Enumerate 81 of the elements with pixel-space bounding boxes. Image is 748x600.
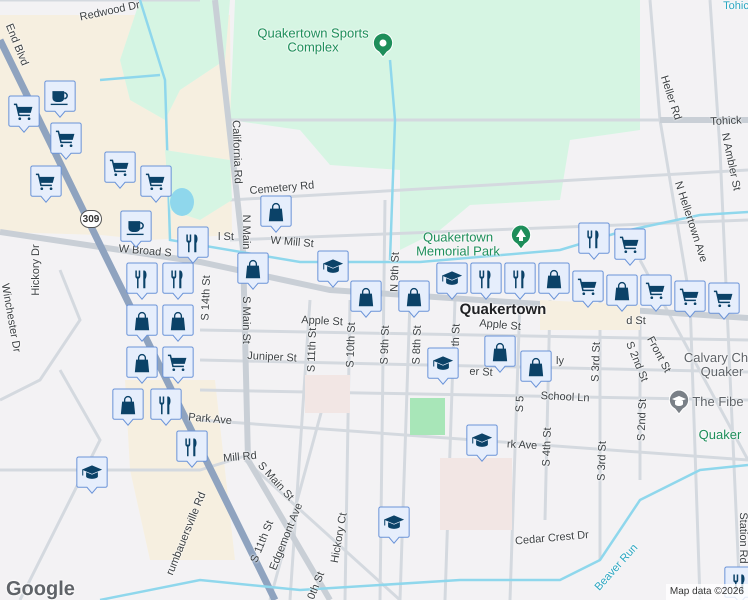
park-label: Quakertown Sports Complex	[257, 26, 369, 54]
street-label: th St	[450, 324, 464, 346]
street-label: Juniper St	[246, 350, 298, 366]
street-label: Apple St	[300, 315, 344, 328]
shopping-bag-marker[interactable]	[520, 350, 552, 389]
graduation-cap-marker[interactable]	[427, 347, 459, 386]
place-label: Quaker	[700, 365, 744, 379]
street-label: Cedar Crest Dr	[514, 530, 590, 548]
street-label: W Mill St	[270, 235, 314, 251]
street-label: Station Rd	[736, 512, 748, 564]
street-label: l St	[218, 232, 234, 244]
fork-knife-marker[interactable]	[504, 262, 536, 301]
shopping-bag-marker[interactable]	[260, 195, 292, 234]
campus-area	[305, 375, 350, 413]
town-label: Quakertown	[460, 302, 546, 318]
fork-knife-marker[interactable]	[162, 262, 194, 301]
street-label: Apple St	[478, 318, 522, 334]
street-label: S 3rd St	[596, 440, 610, 482]
street-label: End Blvd	[2, 22, 30, 68]
street-label: Winchester Dr	[0, 282, 22, 354]
street-label: ly	[556, 356, 564, 368]
street-label: Hickory Ct	[330, 512, 350, 564]
campus-area	[440, 458, 512, 530]
graduation-cap-marker[interactable]	[378, 506, 410, 545]
street-label: 0th St	[306, 570, 328, 600]
street-label: S 14th St	[200, 275, 214, 321]
graduation-cap-marker[interactable]	[466, 424, 498, 463]
street-label: S Main St	[239, 296, 251, 344]
park-label: Quakertown Memorial Park	[415, 230, 501, 258]
sports-field	[410, 398, 445, 435]
street-label: S 10th St	[345, 322, 359, 368]
shopping-bag-marker[interactable]	[126, 346, 158, 385]
street-label: er St	[469, 366, 493, 380]
shopping-bag-marker[interactable]	[237, 252, 269, 291]
fork-knife-marker[interactable]	[470, 262, 502, 301]
map-logo: Google	[6, 577, 75, 600]
pond	[170, 188, 194, 216]
street-label: S 9th St	[380, 325, 392, 365]
street-label: S 2nd St	[636, 398, 650, 442]
street-label: S 11th St	[306, 328, 320, 372]
shopping-bag-marker[interactable]	[112, 388, 144, 427]
street-label: S 3rd St	[590, 342, 604, 382]
shopping-bag-marker[interactable]	[538, 262, 570, 301]
shopping-cart-marker[interactable]	[162, 346, 194, 385]
street-label: Hickory Dr	[31, 244, 43, 296]
street-label: S 4th St	[542, 427, 554, 467]
fork-knife-marker[interactable]	[126, 262, 158, 301]
street-label: Heller Rd	[657, 74, 683, 122]
street-label: Redwood Dr	[78, 0, 142, 24]
street-label: S 5	[514, 396, 528, 412]
street-label: California Rd	[229, 120, 243, 184]
street-label: W Broad S	[118, 244, 172, 260]
place-label: Calvary Ch	[684, 351, 748, 365]
street-label: rk Ave	[506, 439, 538, 453]
street-label: Mill Rd	[222, 450, 258, 466]
street-label: Cemetery Rd	[249, 180, 315, 198]
street-label: Tohick	[710, 115, 742, 129]
street-label: School Ln	[540, 390, 590, 406]
graduation-cap-pin-icon[interactable]	[668, 389, 690, 415]
shopping-cart-marker[interactable]	[614, 228, 646, 267]
street-label: N Main	[239, 214, 251, 250]
park-pin-icon[interactable]	[372, 32, 394, 58]
street-label: Park Ave	[188, 412, 232, 428]
street-label: N 9th St	[390, 252, 402, 292]
shopping-bag-marker[interactable]	[484, 335, 516, 374]
street-label: d St	[626, 316, 646, 328]
graduation-cap-marker[interactable]	[76, 456, 108, 495]
place-label: The Fibe	[692, 395, 744, 409]
shopping-bag-marker[interactable]	[126, 304, 158, 343]
tree-pin-icon[interactable]	[510, 224, 532, 250]
shopping-bag-marker[interactable]	[398, 280, 430, 319]
shopping-cart-marker[interactable]	[640, 274, 672, 313]
street-label: S 2nd St	[622, 340, 650, 384]
graduation-cap-marker[interactable]	[317, 250, 349, 289]
map-attribution[interactable]: Map data ©2026	[666, 584, 748, 600]
street-label: S 8th St	[412, 325, 424, 365]
shopping-bag-marker[interactable]	[350, 280, 382, 319]
park-label: Quaker	[698, 428, 742, 442]
shopping-bag-marker[interactable]	[162, 304, 194, 343]
fork-knife-marker[interactable]	[578, 222, 610, 261]
street-label: N Ambler St	[718, 132, 742, 192]
